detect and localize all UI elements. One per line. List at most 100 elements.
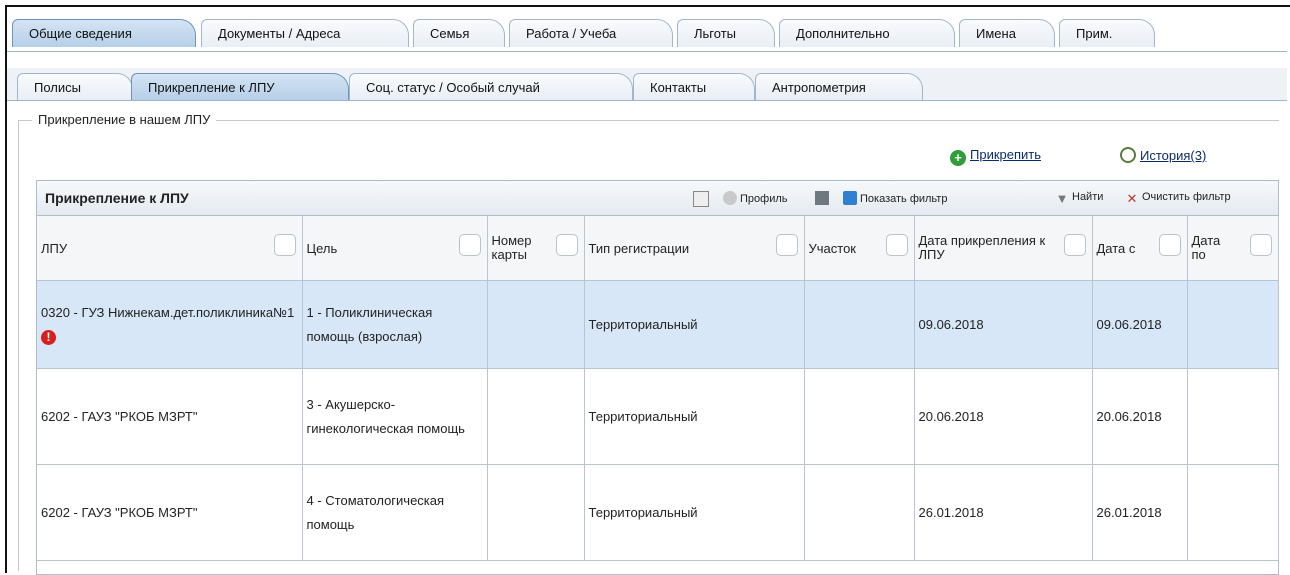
column-label: Дата по [1191, 233, 1221, 262]
clear-filter-icon: ✕ [1126, 191, 1138, 206]
tab-policies[interactable]: Полисы [17, 73, 133, 100]
tab-anthropometry[interactable]: Антропометрия [755, 73, 923, 100]
tab-label: Документы / Адреса [218, 26, 341, 41]
table-row[interactable]: 6202 - ГАУЗ "РКОБ МЗРТ" 4 - Стоматологич… [37, 464, 1279, 561]
tab-label: Общие сведения [29, 26, 132, 41]
show-filter-button[interactable]: Показать фильтр [843, 191, 947, 205]
columns-icon [693, 191, 709, 207]
table-row[interactable]: 6202 - ГАУЗ "РКОБ МЗРТ" 3 - Акушерско-ги… [37, 368, 1279, 465]
tab-social-status[interactable]: Соц. статус / Особый случай [349, 73, 633, 100]
column-filter-button[interactable] [1063, 234, 1086, 256]
tab-label: Дополнительно [796, 26, 890, 41]
profile-label: Профиль [740, 193, 788, 205]
cell-reg-type: Территориальный [584, 464, 805, 561]
arrow-down-icon [843, 191, 857, 205]
funnel-icon: ▼ [1055, 191, 1069, 206]
column-header-reg-type[interactable]: Тип регистрации [584, 216, 805, 281]
tab-label: Имена [976, 26, 1016, 41]
clear-filter-label: Очистить фильтр [1142, 191, 1231, 203]
cell-date-to [1187, 280, 1279, 369]
main-tabs: Общие сведения Документы / Адреса Семья … [7, 17, 1287, 52]
sub-tabs: Полисы Прикрепление к ЛПУ Соц. статус / … [7, 68, 1287, 101]
column-filter-button[interactable] [885, 234, 908, 256]
tab-documents[interactable]: Документы / Адреса [201, 19, 409, 47]
tab-benefits[interactable]: Льготы [677, 19, 775, 47]
column-header-date-from[interactable]: Дата с [1092, 216, 1188, 281]
column-label: ЛПУ [41, 240, 68, 256]
column-filter-button[interactable] [1249, 234, 1272, 256]
column-filter-button[interactable] [273, 234, 296, 256]
tab-general[interactable]: Общие сведения [12, 19, 196, 47]
tab-label: Работа / Учеба [526, 26, 617, 41]
tab-notes[interactable]: Прим. [1059, 19, 1155, 47]
cell-date-from: 09.06.2018 [1092, 280, 1188, 369]
history-button[interactable]: История(3) [1120, 147, 1206, 167]
column-filter-button[interactable] [555, 234, 578, 256]
tab-label: Прикрепление к ЛПУ [148, 80, 275, 95]
column-header-goal[interactable]: Цель [302, 216, 488, 281]
cell-lpu: 0320 - ГУЗ Нижнекам.дет.поликлиника№1! [37, 280, 303, 369]
attach-button[interactable]: + Прикрепить [950, 147, 1041, 167]
cell-area [804, 464, 915, 561]
cell-area [804, 368, 915, 465]
column-filter-button[interactable] [1158, 234, 1181, 256]
cell-attach-date: 09.06.2018 [914, 280, 1093, 369]
column-label: Цель [306, 240, 338, 256]
column-label: Дата с [1096, 240, 1136, 256]
profile-button[interactable]: Профиль [723, 191, 788, 205]
warning-icon[interactable]: ! [41, 329, 56, 345]
cell-reg-type: Территориальный [584, 280, 805, 369]
tab-label: Контакты [650, 80, 707, 95]
column-label: Дата прикрепления к ЛПУ [918, 233, 1046, 262]
tab-additional[interactable]: Дополнительно [779, 19, 955, 47]
cell-card [487, 368, 585, 465]
column-filter-button[interactable] [458, 234, 481, 256]
print-button[interactable] [815, 191, 832, 205]
add-icon: + [950, 150, 966, 166]
find-button[interactable]: ▼ Найти [1055, 191, 1104, 206]
cell-lpu: 6202 - ГАУЗ "РКОБ МЗРТ" [37, 464, 303, 561]
column-label: Тип регистрации [588, 240, 690, 256]
attach-label: Прикрепить [970, 147, 1042, 162]
gear-icon [723, 191, 737, 205]
tab-label: Семья [430, 26, 470, 41]
tab-label: Антропометрия [772, 80, 866, 95]
show-filter-label: Показать фильтр [860, 193, 948, 205]
cell-area [804, 280, 915, 369]
columns-menu-button[interactable] [693, 191, 712, 207]
tab-contacts[interactable]: Контакты [633, 73, 755, 100]
cell-attach-date: 20.06.2018 [914, 368, 1093, 465]
cell-date-to [1187, 368, 1279, 465]
cell-goal: 1 - Поликлиническая помощь (взрослая) [302, 280, 488, 369]
clock-icon [1120, 147, 1136, 163]
printer-icon [815, 191, 829, 205]
attachment-grid: Прикрепление к ЛПУ Профиль Показать филь… [36, 180, 1279, 575]
cell-goal: 3 - Акушерско-гинекологическая помощь [302, 368, 488, 465]
cell-card [487, 280, 585, 369]
cell-date-to [1187, 464, 1279, 561]
tab-label: Прим. [1076, 26, 1113, 41]
column-label: Участок [808, 240, 857, 256]
column-header-card[interactable]: Номер карты [487, 216, 585, 281]
column-filter-button[interactable] [775, 234, 798, 256]
cell-date-from: 26.01.2018 [1092, 464, 1188, 561]
column-label: Номер карты [491, 233, 532, 262]
clear-filter-button[interactable]: ✕ Очистить фильтр [1125, 191, 1231, 206]
history-label: История(3) [1140, 148, 1207, 163]
tab-work[interactable]: Работа / Учеба [509, 19, 673, 47]
table-header-row: ЛПУ Цель Номер карты Тип регистрации Уча… [37, 216, 1279, 281]
cell-date-from: 20.06.2018 [1092, 368, 1188, 465]
tab-lpu-attach[interactable]: Прикрепление к ЛПУ [131, 73, 349, 100]
cell-lpu: 6202 - ГАУЗ "РКОБ МЗРТ" [37, 368, 303, 465]
tab-label: Соц. статус / Особый случай [366, 80, 540, 95]
column-header-lpu[interactable]: ЛПУ [37, 216, 303, 281]
column-header-area[interactable]: Участок [804, 216, 915, 281]
column-header-attach-date[interactable]: Дата прикрепления к ЛПУ [914, 216, 1093, 281]
column-header-date-to[interactable]: Дата по [1187, 216, 1279, 281]
find-label: Найти [1072, 191, 1104, 203]
tab-label: Полисы [34, 80, 81, 95]
tab-names[interactable]: Имена [959, 19, 1055, 47]
table-row[interactable]: 0320 - ГУЗ Нижнекам.дет.поликлиника№1! 1… [37, 280, 1279, 369]
tab-label: Льготы [694, 26, 737, 41]
tab-family[interactable]: Семья [413, 19, 505, 47]
